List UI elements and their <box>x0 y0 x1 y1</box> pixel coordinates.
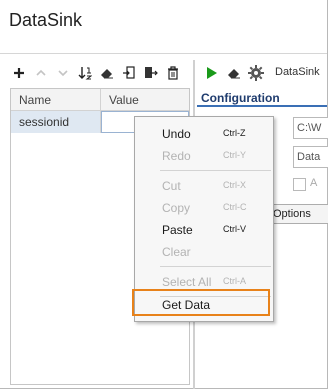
option-checkbox-label: A <box>310 177 318 189</box>
menu-separator <box>160 266 271 267</box>
run-icon[interactable] <box>203 64 221 82</box>
window-title: DataSink <box>9 10 83 30</box>
title-divider <box>0 53 327 54</box>
configuration-underline <box>197 105 327 107</box>
name-cell[interactable]: sessionid <box>11 111 101 133</box>
datasink-label: DataSink <box>275 66 320 78</box>
datasink-window: DataSink Name Value sessionid DataSink C… <box>0 0 328 389</box>
delete-icon[interactable] <box>164 64 182 82</box>
option-checkbox[interactable] <box>293 178 306 191</box>
menu-item-undo[interactable]: Undo Ctrl-Z <box>135 123 273 145</box>
gear-icon[interactable] <box>247 64 265 82</box>
move-up-icon[interactable] <box>32 64 50 82</box>
column-header-name[interactable]: Name <box>19 93 51 107</box>
get-data-highlight <box>132 289 270 316</box>
path-field[interactable]: C:\W <box>293 117 328 139</box>
menu-item-copy[interactable]: Copy Ctrl-C <box>135 197 273 219</box>
sort-icon[interactable] <box>76 64 94 82</box>
configuration-header: Configuration <box>201 91 280 105</box>
left-toolbar <box>10 64 182 82</box>
menu-separator <box>160 170 271 171</box>
add-icon[interactable] <box>10 64 28 82</box>
menu-item-redo[interactable]: Redo Ctrl-Y <box>135 145 273 167</box>
grid-header: Name Value <box>11 89 189 111</box>
menu-item-clear[interactable]: Clear <box>135 241 273 263</box>
menu-item-cut[interactable]: Cut Ctrl-X <box>135 175 273 197</box>
data-field[interactable]: Data <box>293 146 328 168</box>
export-icon[interactable] <box>142 64 160 82</box>
import-icon[interactable] <box>120 64 138 82</box>
move-down-icon[interactable] <box>54 64 72 82</box>
eraser-icon[interactable] <box>225 64 243 82</box>
menu-item-paste[interactable]: Paste Ctrl-V <box>135 219 273 241</box>
name-cell-text: sessionid <box>19 115 70 129</box>
options-button[interactable]: Options <box>265 204 328 224</box>
column-header-value[interactable]: Value <box>109 93 139 107</box>
eraser-icon[interactable] <box>98 64 116 82</box>
right-toolbar <box>203 64 265 82</box>
